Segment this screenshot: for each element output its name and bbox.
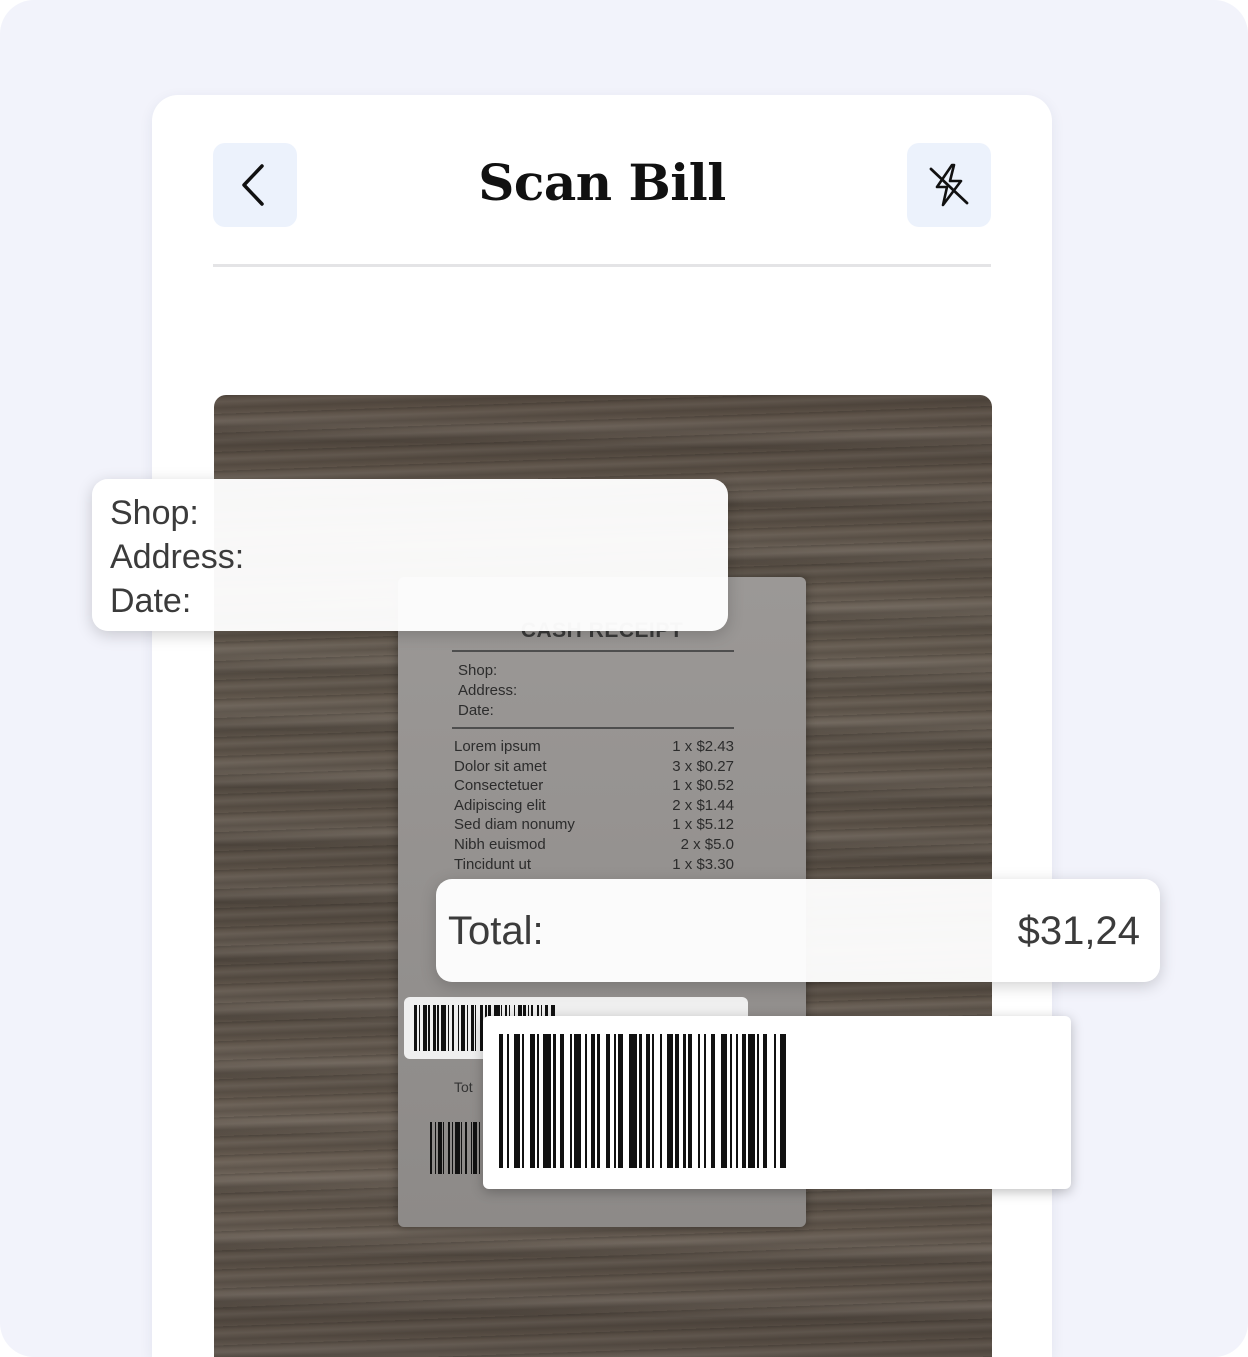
- receipt-item: Sed diam nonumy 1 x $5.12: [454, 816, 734, 834]
- receipt-items: Lorem ipsum 1 x $2.43 Dolor sit amet 3 x $…: [454, 737, 734, 874]
- address-label: Address:: [110, 538, 245, 576]
- flash-off-icon: [929, 163, 969, 207]
- detected-info-card: Shop: Address: Date:: [92, 479, 728, 631]
- barcode: [499, 1034, 787, 1168]
- barcode-bar: [779, 1034, 787, 1168]
- detected-total-card: Total: $31,24: [436, 879, 1160, 982]
- receipt-total-label: Tot: [454, 1079, 473, 1095]
- receipt-item: Adipiscing elit 2 x $1.44: [454, 796, 734, 814]
- receipt-address: Address:: [458, 682, 518, 699]
- receipt-item: Consectetuer 1 x $0.52: [454, 777, 734, 795]
- flash-toggle-button[interactable]: [907, 143, 991, 227]
- header-divider: [213, 264, 991, 267]
- receipt-date: Date:: [458, 702, 494, 719]
- receipt-divider: [452, 727, 734, 729]
- receipt-item: Dolor sit amet 3 x $0.27: [454, 757, 734, 775]
- total-value: $31,24: [1017, 909, 1140, 953]
- shop-label: Shop:: [110, 494, 199, 532]
- receipt-barcode-bottom: [430, 1122, 483, 1174]
- receipt-item: Nibh euismod 2 x $5.0: [454, 835, 734, 853]
- receipt-meta: Shop: Address: Date:: [458, 661, 517, 721]
- receipt-item: Tincidunt ut 1 x $3.30: [454, 855, 734, 873]
- date-label: Date:: [110, 582, 192, 620]
- detected-barcode-card: [483, 1016, 1071, 1189]
- barcode-bar: [628, 1034, 638, 1168]
- total-label: Total:: [448, 909, 544, 953]
- receipt-shop: Shop:: [458, 662, 498, 679]
- receipt-item: Lorem ipsum 1 x $2.43: [454, 738, 734, 755]
- barcode-bar: [543, 1034, 552, 1168]
- receipt-divider: [452, 650, 734, 652]
